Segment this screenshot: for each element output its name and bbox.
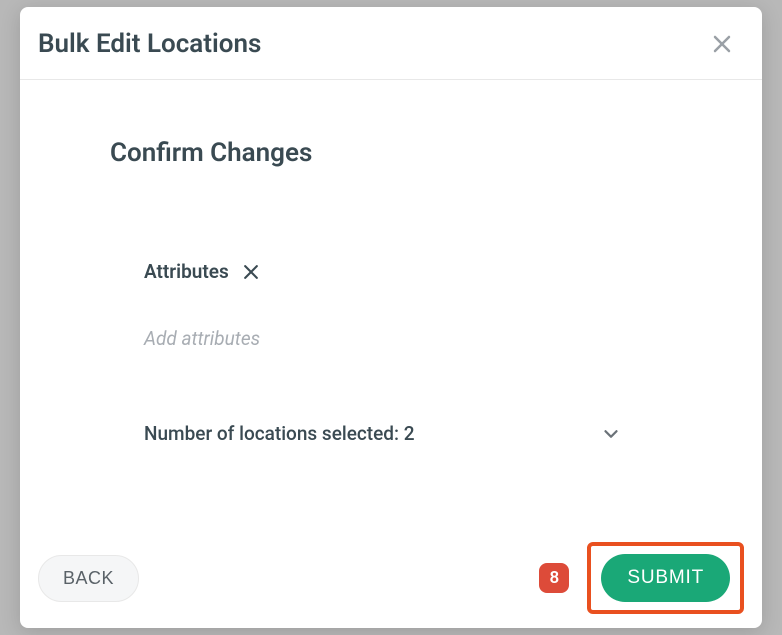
locations-selected-label: Number of locations selected: 2	[144, 422, 415, 445]
chevron-down-icon[interactable]	[600, 423, 622, 445]
modal-header: Bulk Edit Locations	[20, 7, 762, 80]
close-icon[interactable]	[710, 32, 734, 56]
footer-right: 8 SUBMIT	[539, 542, 744, 614]
step-badge: 8	[539, 563, 569, 593]
submit-button[interactable]: SUBMIT	[601, 554, 730, 602]
modal-body: Confirm Changes Attributes Add attribute…	[20, 80, 762, 530]
modal-title: Bulk Edit Locations	[38, 29, 261, 59]
submit-highlight: SUBMIT	[587, 542, 744, 614]
confirm-changes-heading: Confirm Changes	[110, 138, 672, 168]
back-button[interactable]: BACK	[38, 555, 139, 602]
add-attributes-input[interactable]: Add attributes	[144, 327, 672, 350]
attributes-section: Attributes Add attributes Number of loca…	[110, 260, 672, 445]
attribute-chip: Attributes	[144, 260, 672, 283]
bulk-edit-modal: Bulk Edit Locations Confirm Changes Attr…	[20, 7, 762, 628]
attribute-label: Attributes	[144, 260, 229, 283]
modal-footer: BACK 8 SUBMIT	[20, 530, 762, 628]
remove-attribute-icon[interactable]	[241, 262, 261, 282]
locations-selected-row[interactable]: Number of locations selected: 2	[144, 422, 672, 445]
